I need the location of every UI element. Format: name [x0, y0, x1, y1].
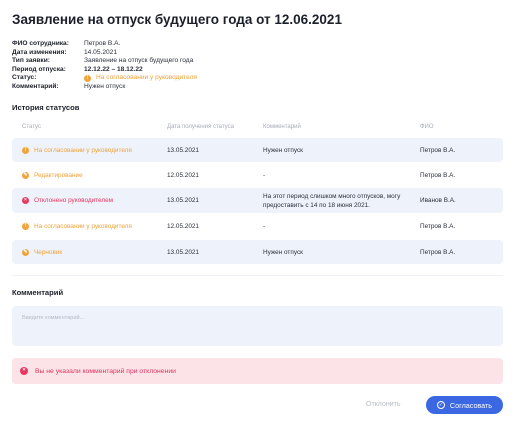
column-header-comment: Комментарий: [263, 124, 301, 130]
status-text: На согласовании у руководителя: [34, 146, 132, 154]
close-icon: ×: [22, 197, 29, 204]
date-cell: 12.05.2021: [167, 171, 199, 179]
comment-heading: Комментарий: [12, 288, 64, 297]
info-label: Период отпуска:: [12, 65, 66, 73]
check-circle-icon: ✓: [436, 401, 445, 409]
warning-icon: !: [84, 75, 91, 83]
status-cell: ! На согласовании у руководителя: [22, 222, 132, 230]
page-title: Заявление на отпуск будущего года от 12.…: [12, 12, 342, 27]
info-label: Комментарий:: [12, 82, 59, 90]
fio-cell: Иванов В.А.: [420, 197, 456, 204]
info-row-employee: ФИО сотрудника: Петров В.А.: [12, 40, 197, 49]
info-row-comment: Комментарий: Нужен отпуск: [12, 83, 197, 92]
info-value: 14.05.2021: [84, 48, 118, 56]
comment-cell: Нужен отпуск: [263, 248, 303, 256]
warning-icon: !: [22, 146, 29, 154]
info-value: Нужен отпуск: [84, 82, 126, 90]
date-cell: 13.05.2021: [167, 146, 199, 154]
info-label: Статус:: [12, 74, 37, 82]
alert-text: Вы не указали комментарий при отклонении: [35, 367, 176, 375]
table-row[interactable]: ✎ Черновик 13.05.2021 Нужен отпуск Петро…: [12, 240, 503, 264]
column-header-date: Дата получения статуса: [167, 124, 234, 130]
table-row[interactable]: ! На согласовании у руководителя 12.05.2…: [12, 214, 503, 238]
divider: [12, 275, 503, 276]
pencil-icon: ✎: [22, 171, 29, 179]
fio-cell: Петров В.А.: [420, 171, 456, 179]
info-row-period: Период отпуска: 12.12.22 – 18.12.22: [12, 66, 197, 75]
status-text: Редактирование: [34, 171, 83, 179]
leave-request-page: Заявление на отпуск будущего года от 12.…: [0, 0, 515, 428]
status-text: На согласовании у руководителя: [34, 222, 132, 230]
error-alert: × Вы не указали комментарий при отклонен…: [12, 358, 503, 384]
table-row[interactable]: × Отклонено руководителем 13.05.2021 На …: [12, 188, 503, 213]
comment-cell: -: [263, 171, 266, 179]
status-text: Отклонено руководителем: [34, 197, 114, 204]
info-label: ФИО сотрудника:: [12, 40, 69, 47]
column-header-fio: ФИО: [420, 124, 434, 130]
info-row-date: Дата изменения: 14.05.2021: [12, 49, 197, 58]
status-cell: ✎ Черновик: [22, 248, 63, 256]
approve-button[interactable]: ✓ Согласовать: [426, 396, 503, 414]
status-cell: ! На согласовании у руководителя: [22, 146, 132, 154]
reject-button[interactable]: Отклонить: [366, 401, 400, 408]
fio-cell: Петров В.А.: [420, 222, 456, 230]
comment-cell: На этот период слишком много отпусков, м…: [263, 192, 401, 209]
comment-cell: Нужен отпуск: [263, 146, 303, 154]
comment-textarea[interactable]: Введите комментарий...: [12, 306, 503, 346]
status-text: На согласовании у руководителя: [96, 74, 197, 82]
warning-icon: !: [22, 222, 29, 230]
date-cell: 13.05.2021: [167, 197, 199, 204]
status-value: ! На согласовании у руководителя: [84, 74, 197, 83]
fio-cell: Петров В.А.: [420, 248, 456, 256]
status-cell: ✎ Редактирование: [22, 171, 83, 179]
info-row-status: Статус: ! На согласовании у руководителя: [12, 74, 197, 83]
info-value: Петров В.А.: [84, 40, 121, 47]
info-label: Тип заявки:: [12, 57, 50, 65]
info-row-type: Тип заявки: Заявление на отпуск будущего…: [12, 57, 197, 66]
date-cell: 12.05.2021: [167, 222, 199, 230]
status-text: Черновик: [34, 248, 63, 256]
info-value: 12.12.22 – 18.12.22: [84, 65, 143, 73]
error-icon: ×: [20, 367, 28, 375]
history-heading: История статусов: [12, 103, 80, 112]
comment-cell: -: [263, 222, 266, 230]
date-cell: 13.05.2021: [167, 248, 199, 256]
table-row[interactable]: ! На согласовании у руководителя 13.05.2…: [12, 138, 503, 162]
status-cell: × Отклонено руководителем: [22, 197, 113, 204]
approve-label: Согласовать: [449, 400, 493, 410]
comment-placeholder: Введите комментарий...: [22, 315, 85, 321]
fio-cell: Петров В.А.: [420, 146, 456, 154]
request-info: ФИО сотрудника: Петров В.А. Дата изменен…: [12, 40, 197, 92]
info-label: Дата изменения:: [12, 48, 67, 56]
info-value: Заявление на отпуск будущего года: [84, 57, 194, 65]
pencil-icon: ✎: [22, 248, 29, 256]
table-row[interactable]: ✎ Редактирование 12.05.2021 - Петров В.А…: [12, 163, 503, 187]
column-header-status: Статус: [22, 124, 41, 130]
